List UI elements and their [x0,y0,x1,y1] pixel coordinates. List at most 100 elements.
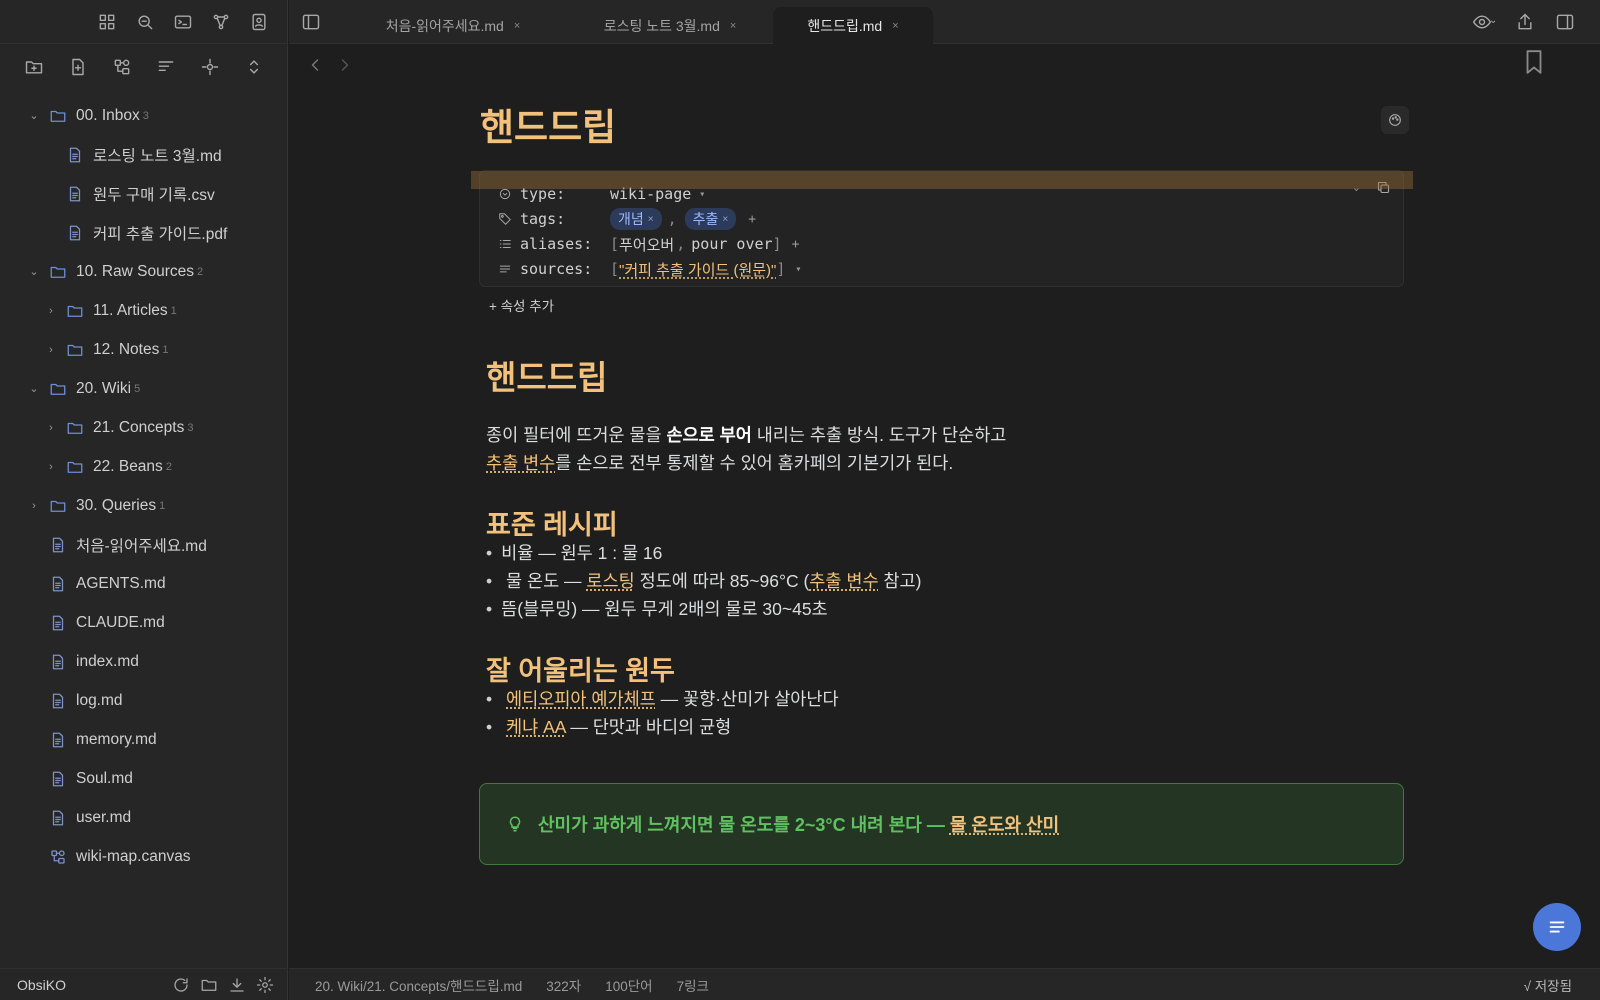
source-link[interactable]: "커피 추출 가이드 (원문)" [619,259,776,280]
download-icon[interactable] [228,976,246,994]
file-item[interactable]: wiki-map.canvas [0,837,287,876]
close-icon[interactable]: × [730,20,736,32]
outline-lines-icon [1549,921,1565,933]
folder-item[interactable]: ⌄ 20. Wiki 5 [0,369,287,408]
folder-item[interactable]: ⌄ 00. Inbox 3 [0,96,287,135]
note-title[interactable]: 핸드드립 [480,97,616,151]
terminal-icon[interactable] [173,12,193,32]
tab-readme[interactable]: 처음-읽어주세요.md × [347,7,559,44]
folder-icon [66,302,84,320]
internal-link[interactable]: 물 온도와 산미 [950,815,1059,835]
file-path[interactable]: 20. Wiki/21. Concepts/핸드드립.md [315,975,522,995]
outline-button[interactable] [1533,903,1581,951]
property-sources[interactable]: sources: ["커피 추출 가이드 (원문)"] ▾ [498,258,801,280]
tree-item-label: 21. Concepts [93,418,185,436]
file-explorer-icon[interactable] [97,12,117,32]
folder-item[interactable]: › 22. Beans 2 [0,447,287,486]
alias-value[interactable]: pour over [691,235,772,253]
chevron-right-icon[interactable]: › [27,500,41,512]
tab-handdrip[interactable]: 핸드드립.md × [773,7,933,44]
new-folder-icon[interactable] [24,57,44,77]
chevron-down-icon[interactable]: ⌄ [27,265,41,278]
new-note-icon[interactable] [68,57,88,77]
bookmarks-icon[interactable] [249,12,269,32]
toggle-sidebar-icon[interactable] [301,12,321,32]
bold-text: 손으로 부어 [666,425,752,445]
item-count-badge: 3 [142,109,149,122]
property-tags[interactable]: tags: 개념 × , 추출 × + [498,208,756,230]
file-item[interactable]: 원두 구매 기록.csv [0,174,287,213]
vault-name[interactable]: ObsiKO [17,977,172,993]
file-item[interactable]: log.md [0,681,287,720]
file-item[interactable]: 커피 추출 가이드.pdf [0,213,287,252]
internal-link[interactable]: 추출 변수 [486,453,555,473]
text-icon [498,262,512,276]
chevron-down-icon[interactable]: ⌄ [27,382,41,395]
file-item[interactable]: index.md [0,642,287,681]
auto-reveal-icon[interactable] [200,57,220,77]
add-alias-icon[interactable]: + [792,237,800,252]
chevron-right-icon[interactable]: › [44,344,58,356]
file-item[interactable]: 로스팅 노트 3월.md [0,135,287,174]
folder-item[interactable]: › 21. Concepts 3 [0,408,287,447]
close-icon[interactable]: × [892,20,898,32]
sort-icon[interactable] [156,57,176,77]
file-item[interactable]: user.md [0,798,287,837]
dropdown-icon[interactable]: ▾ [795,264,801,275]
file-item[interactable]: Soul.md [0,759,287,798]
palette-icon[interactable] [1381,106,1409,134]
heading-beans: 잘 어울리는 원두 [486,656,675,686]
chevron-right-icon[interactable]: › [44,422,58,434]
internal-link[interactable]: 에티오피아 예가체프 [506,689,656,709]
alias-value[interactable]: 푸어오버 [619,234,674,255]
sync-icon[interactable] [172,976,190,994]
chevron-right-icon[interactable]: › [44,461,58,473]
internal-link[interactable]: 케냐 AA [506,717,565,737]
tab-roasting-note[interactable]: 로스팅 노트 3월.md × [564,7,776,44]
file-icon [49,575,67,593]
share-icon[interactable] [1515,12,1535,32]
remove-tag-icon[interactable]: × [722,214,728,225]
chevron-down-icon[interactable]: ⌄ [27,109,41,122]
remove-tag-icon[interactable]: × [648,214,654,225]
folder-item[interactable]: › 11. Articles 1 [0,291,287,330]
forward-arrow-icon[interactable] [335,55,355,75]
new-canvas-icon[interactable] [112,57,132,77]
tree-item-label: 커피 추출 가이드.pdf [93,225,228,243]
collapse-all-icon[interactable] [244,57,264,77]
file-item[interactable]: CLAUDE.md [0,603,287,642]
note-body[interactable]: 핸드드립 종이 필터에 뜨거운 물을 손으로 부어 내리는 추출 방식. 도구가… [486,345,1386,741]
internal-link[interactable]: 로스팅 [586,571,634,591]
bookmark-icon[interactable] [1521,45,1547,79]
folder-icon [49,107,67,125]
folder-item[interactable]: ⌄ 10. Raw Sources 2 [0,252,287,291]
internal-link[interactable]: 추출 변수 [809,571,878,591]
search-icon[interactable] [135,12,155,32]
chevron-down-icon[interactable]: ⌄ [1489,15,1497,26]
folder-item[interactable]: › 12. Notes 1 [0,330,287,369]
file-item[interactable]: 처음-읽어주세요.md [0,525,287,564]
folder-item[interactable]: › 30. Queries 1 [0,486,287,525]
tree-item-label: user.md [76,808,132,826]
file-item[interactable]: memory.md [0,720,287,759]
tag-pill[interactable]: 개념 × [610,208,662,230]
back-arrow-icon[interactable] [305,55,325,75]
close-icon[interactable]: × [514,20,520,32]
graph-view-icon[interactable] [211,12,231,32]
tag-pill[interactable]: 추출 × [684,208,737,230]
tip-callout[interactable]: 산미가 과하게 느껴지면 물 온도를 2~3°C 내려 본다 — 물 온도와 산… [479,783,1404,865]
chevron-right-icon[interactable]: › [44,305,58,317]
toggle-right-sidebar-icon[interactable] [1555,12,1575,32]
tree-item-label: log.md [76,691,123,709]
add-property-button[interactable]: + 속성 추가 [479,292,564,318]
settings-gear-icon[interactable] [256,976,274,994]
dropdown-icon[interactable]: ▾ [699,189,705,200]
property-aliases[interactable]: aliases: [푸어오버, pour over] + [498,233,799,255]
open-vault-icon[interactable] [200,976,218,994]
tag-label: 개념 [618,211,644,227]
file-item[interactable]: AGENTS.md [0,564,287,603]
file-icon [49,653,67,671]
tree-item-label: AGENTS.md [76,574,166,592]
add-tag-icon[interactable]: + [748,212,756,227]
file-icon [66,185,84,203]
